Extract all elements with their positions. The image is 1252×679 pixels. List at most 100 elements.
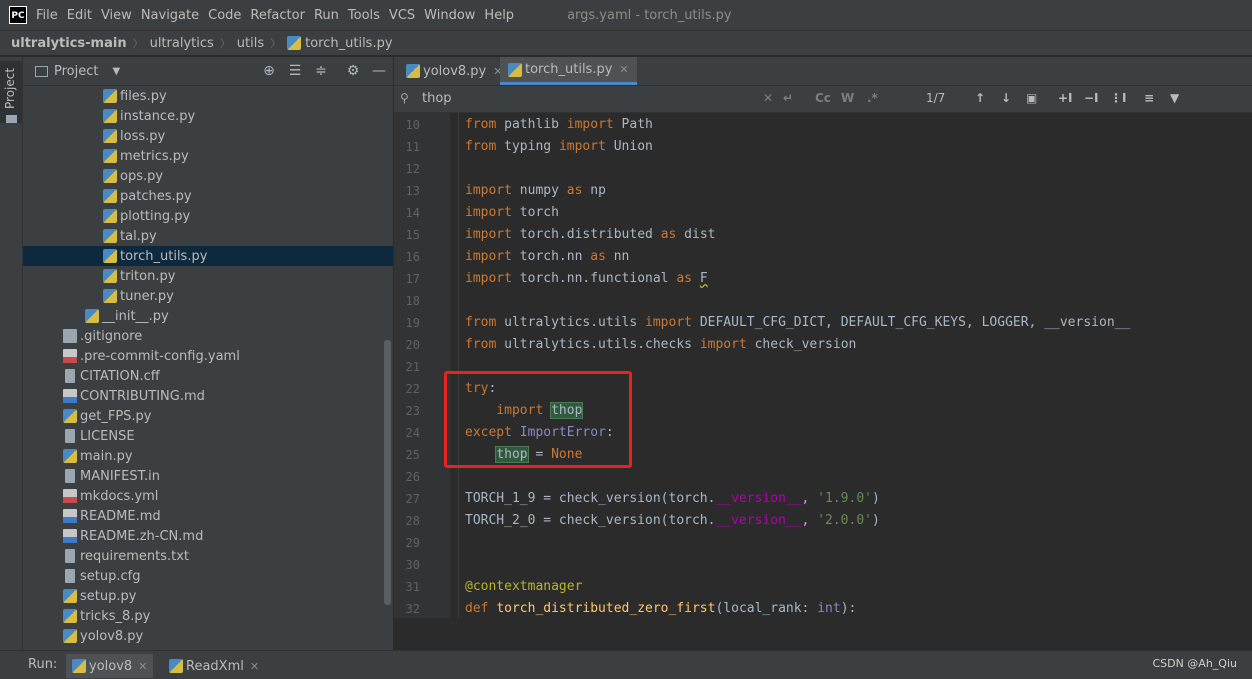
code-line[interactable]: import torch.nn.functional as F xyxy=(465,268,708,290)
tree-item[interactable]: MANIFEST.in xyxy=(23,466,393,486)
filter-options-icon[interactable]: ≡ xyxy=(1144,91,1154,105)
tree-item[interactable]: CONTRIBUTING.md xyxy=(23,386,393,406)
previous-occurrence-icon[interactable]: ↑ xyxy=(975,91,985,105)
expand-all-icon[interactable]: ☰ xyxy=(287,63,303,79)
tree-item[interactable]: tuner.py xyxy=(23,286,393,306)
tree-item[interactable]: README.zh-CN.md xyxy=(23,526,393,546)
menu-tools[interactable]: Tools xyxy=(348,8,380,23)
tree-item-label: __init__.py xyxy=(102,308,169,324)
code-line[interactable]: import torch.nn as nn xyxy=(465,246,629,268)
code-line[interactable]: TORCH_1_9 = check_version(torch.__versio… xyxy=(465,488,880,510)
menu-vcs[interactable]: VCS xyxy=(389,8,415,23)
code-line[interactable]: import numpy as np xyxy=(465,180,606,202)
tree-item[interactable]: files.py xyxy=(23,86,393,106)
select-all-occurrences-icon[interactable]: ▣ xyxy=(1026,91,1037,105)
tree-item[interactable]: setup.py xyxy=(23,586,393,606)
tree-item[interactable]: __init__.py xyxy=(23,306,393,326)
tree-item[interactable]: plotting.py xyxy=(23,206,393,226)
code-line[interactable]: import torch.distributed as dist xyxy=(465,224,715,246)
menu-run[interactable]: Run xyxy=(314,8,339,23)
breadcrumb-ultralytics[interactable]: ultralytics xyxy=(150,36,214,51)
filter-icon[interactable]: ▼ xyxy=(1170,91,1179,105)
clear-search-icon[interactable]: ✕ xyxy=(763,91,773,105)
horizontal-scrollbar[interactable] xyxy=(394,618,1252,626)
chevron-down-icon[interactable]: ▼ xyxy=(112,66,120,77)
project-panel-title[interactable]: Project xyxy=(54,64,98,79)
breadcrumb-utils[interactable]: utils xyxy=(237,36,264,51)
tree-item[interactable]: mkdocs.yml xyxy=(23,486,393,506)
breadcrumb-project[interactable]: ultralytics-main xyxy=(11,36,127,51)
regex-toggle[interactable]: .* xyxy=(867,91,878,105)
tab-yolov8[interactable]: yolov8.py ✕ xyxy=(398,57,510,85)
tree-item[interactable]: .pre-commit-config.yaml xyxy=(23,346,393,366)
code-line[interactable]: def torch_distributed_zero_first(local_r… xyxy=(465,598,856,620)
menu-help[interactable]: Help xyxy=(484,8,514,23)
search-input[interactable]: thop xyxy=(422,91,452,106)
remove-occurrence-icon[interactable]: −I xyxy=(1084,91,1099,105)
tree-item[interactable]: get_FPS.py xyxy=(23,406,393,426)
close-icon[interactable]: ✕ xyxy=(619,63,628,76)
tree-item[interactable]: instance.py xyxy=(23,106,393,126)
close-icon[interactable]: ✕ xyxy=(250,660,259,673)
code-line[interactable]: from ultralytics.utils import DEFAULT_CF… xyxy=(465,312,1130,334)
locate-icon[interactable]: ⊕ xyxy=(261,63,277,79)
project-tool-tab[interactable]: Project xyxy=(0,61,22,123)
breadcrumb-file[interactable]: torch_utils.py xyxy=(305,36,392,51)
menu-navigate[interactable]: Navigate xyxy=(141,8,199,23)
python-file-icon xyxy=(103,209,117,223)
tree-item[interactable]: metrics.py xyxy=(23,146,393,166)
tree-item[interactable]: torch_utils.py xyxy=(23,246,393,266)
python-file-icon xyxy=(63,589,77,603)
code-line[interactable]: from ultralytics.utils.checks import che… xyxy=(465,334,856,356)
match-case-toggle[interactable]: Cc xyxy=(815,91,831,105)
collapse-all-icon[interactable]: ≑ xyxy=(313,63,329,79)
tree-item[interactable]: tricks_8.py xyxy=(23,606,393,626)
menu-window[interactable]: Window xyxy=(424,8,475,23)
tree-item[interactable]: .gitignore xyxy=(23,326,393,346)
tree-item[interactable]: README.md xyxy=(23,506,393,526)
code-line[interactable]: import torch xyxy=(465,202,559,224)
tree-item[interactable]: LICENSE xyxy=(23,426,393,446)
gear-icon[interactable]: ⚙ xyxy=(345,63,361,79)
tree-item[interactable]: tal.py xyxy=(23,226,393,246)
tree-item[interactable]: ops.py xyxy=(23,166,393,186)
whole-words-toggle[interactable]: W xyxy=(841,91,854,105)
menu-view[interactable]: View xyxy=(101,8,132,23)
code-line[interactable]: TORCH_2_0 = check_version(torch.__versio… xyxy=(465,510,880,532)
tree-item[interactable]: patches.py xyxy=(23,186,393,206)
tree-item[interactable]: setup.cfg xyxy=(23,566,393,586)
python-file-icon xyxy=(85,309,99,323)
line-number: 11 xyxy=(405,140,420,154)
tree-item-label: plotting.py xyxy=(120,208,191,224)
code-line[interactable]: from pathlib import Path xyxy=(465,114,653,136)
tree-item[interactable]: yolov8.py xyxy=(23,626,393,646)
run-tab-readxml[interactable]: ReadXml ✕ xyxy=(163,654,265,678)
tree-item[interactable]: main.py xyxy=(23,446,393,466)
code-token: import xyxy=(465,205,512,220)
minimize-icon[interactable]: — xyxy=(371,63,387,79)
tab-torch-utils[interactable]: torch_utils.py ✕ xyxy=(500,57,637,85)
select-all-matches-icon[interactable]: ⋮I xyxy=(1110,91,1126,105)
menu-refactor[interactable]: Refactor xyxy=(250,8,305,23)
code-editor[interactable]: 10 from pathlib import Path 11 from typing … xyxy=(394,113,1252,626)
add-occurrence-icon[interactable]: +I xyxy=(1058,91,1073,105)
code-line[interactable]: @contextmanager xyxy=(465,576,582,598)
tree-item[interactable]: loss.py xyxy=(23,126,393,146)
close-icon[interactable]: ✕ xyxy=(138,660,147,673)
menu-code[interactable]: Code xyxy=(208,8,241,23)
menu-edit[interactable]: Edit xyxy=(67,8,92,23)
code-line[interactable]: from typing import Union xyxy=(465,136,653,158)
tree-item[interactable]: CITATION.cff xyxy=(23,366,393,386)
project-scrollbar[interactable] xyxy=(384,340,391,605)
menu-file[interactable]: File xyxy=(36,8,58,23)
chevron-right-icon: 〉 xyxy=(270,37,282,50)
tree-item[interactable]: requirements.txt xyxy=(23,546,393,566)
tree-item-label: requirements.txt xyxy=(80,548,190,564)
tree-item-label: patches.py xyxy=(120,188,192,204)
tree-item[interactable]: triton.py xyxy=(23,266,393,286)
run-tab-label: ReadXml xyxy=(186,658,244,674)
next-occurrence-icon[interactable]: ↓ xyxy=(1001,91,1011,105)
new-line-icon[interactable]: ↵ xyxy=(783,91,793,105)
search-icon[interactable]: ⚲ xyxy=(400,91,409,105)
run-tab-yolov8[interactable]: yolov8 ✕ xyxy=(66,654,154,678)
